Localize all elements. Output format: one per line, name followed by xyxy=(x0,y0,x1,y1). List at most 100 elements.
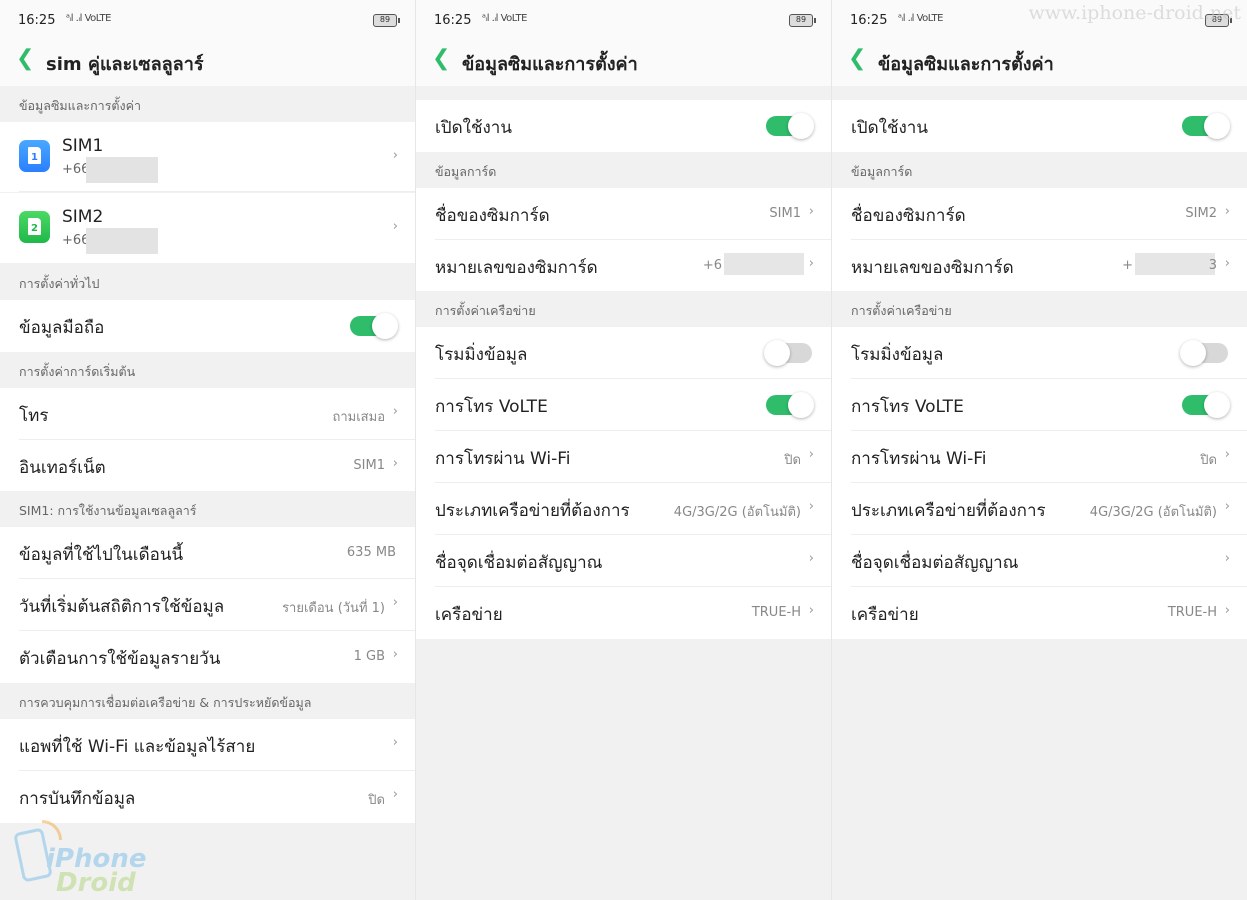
apps-wifi-label: แอพที่ใช้ Wi-Fi และข้อมูลไร้สาย xyxy=(19,737,256,757)
redacted-number xyxy=(724,253,804,275)
sim2-row[interactable]: 2 SIM2 +66 › xyxy=(0,193,415,263)
enable-toggle[interactable] xyxy=(766,113,814,139)
page-header: ❮ ข้อมูลซิมและการตั้งค่า xyxy=(832,40,1247,86)
preferred-network-value: 4G/3G/2G (อัตโนมัติ) xyxy=(1089,505,1217,520)
sim-name-label: ชื่อของซิมการ์ด xyxy=(435,206,550,226)
apn-row[interactable]: ชื่อจุดเชื่อมต่อสัญญาณ › xyxy=(416,535,831,587)
status-bar: 16:25 ᵃᵢl .ᵢl VoLTE 89 xyxy=(416,0,831,40)
preferred-network-label: ประเภทเครือข่ายที่ต้องการ xyxy=(435,501,630,521)
carrier-value: TRUE-H xyxy=(751,605,801,620)
volte-toggle[interactable] xyxy=(766,392,814,418)
daily-reminder-value: 1 GB xyxy=(353,649,385,664)
daily-reminder-row[interactable]: ตัวเตือนการใช้ข้อมูลรายวัน 1 GB › xyxy=(0,631,415,683)
sim-number-row[interactable]: หมายเลขของซิมการ์ด +6 › xyxy=(416,240,831,292)
roaming-label: โรมมิ่งข้อมูล xyxy=(851,345,944,365)
volte-label: การโทร VoLTE xyxy=(435,397,548,417)
page-title: ข้อมูลซิมและการตั้งค่า xyxy=(462,54,638,75)
battery-icon: 89 xyxy=(373,14,400,27)
chevron-right-icon: › xyxy=(1224,256,1230,271)
call-label: โทร xyxy=(19,406,49,426)
iphone-droid-logo: iPhone Droid xyxy=(8,820,148,900)
volte-row: การโทร VoLTE xyxy=(832,379,1247,431)
chevron-right-icon: › xyxy=(808,499,814,514)
wifi-calling-value: ปิด xyxy=(1200,453,1217,468)
sim-number-row[interactable]: หมายเลขของซิมการ์ด + 3 › xyxy=(832,240,1247,292)
enable-row: เปิดใช้งาน xyxy=(832,100,1247,152)
roaming-row: โรมมิ่งข้อมูล xyxy=(832,327,1247,379)
call-default-row[interactable]: โทร ถามเสมอ › xyxy=(0,388,415,440)
section-default-card: การตั้งค่าการ์ดเริ่มต้น xyxy=(0,352,415,388)
preferred-network-value: 4G/3G/2G (อัตโนมัติ) xyxy=(673,505,801,520)
wifi-calling-label: การโทรผ่าน Wi-Fi xyxy=(851,449,987,469)
section-network-settings: การตั้งค่าเครือข่าย xyxy=(416,291,831,327)
preferred-network-row[interactable]: ประเภทเครือข่ายที่ต้องการ 4G/3G/2G (อัตโ… xyxy=(832,483,1247,535)
chevron-right-icon: › xyxy=(392,595,398,610)
preferred-network-row[interactable]: ประเภทเครือข่ายที่ต้องการ 4G/3G/2G (อัตโ… xyxy=(416,483,831,535)
redacted-number xyxy=(86,228,158,254)
start-date-value: รายเดือน (วันที่ 1) xyxy=(282,601,385,616)
enable-toggle[interactable] xyxy=(1182,113,1230,139)
chevron-right-icon: › xyxy=(392,148,398,163)
start-date-row[interactable]: วันที่เริ่มต้นสถิติการใช้ข้อมูล รายเดือน… xyxy=(0,579,415,631)
chevron-right-icon: › xyxy=(392,735,398,750)
status-time: 16:25 xyxy=(434,13,472,28)
apn-label: ชื่อจุดเชื่อมต่อสัญญาณ xyxy=(851,553,1019,573)
enable-row: เปิดใช้งาน xyxy=(416,100,831,152)
roaming-toggle[interactable] xyxy=(764,340,812,366)
section-usage: SIM1: การใช้งานข้อมูลเซลลูลาร์ xyxy=(0,491,415,527)
back-chevron-icon[interactable]: ❮ xyxy=(432,48,450,70)
section-card-info: ข้อมูลการ์ด xyxy=(832,152,1247,188)
enable-label: เปิดใช้งาน xyxy=(851,118,928,138)
carrier-label: เครือข่าย xyxy=(435,605,503,625)
wifi-calling-label: การโทรผ่าน Wi-Fi xyxy=(435,449,571,469)
data-saver-row[interactable]: การบันทึกข้อมูล ปิด › xyxy=(0,771,415,823)
signal-icon: ᵃᵢl .ᵢl VoLTE xyxy=(66,13,111,24)
carrier-label: เครือข่าย xyxy=(851,605,919,625)
section-network-control: การควบคุมการเชื่อมต่อเครือข่าย & การประห… xyxy=(0,683,415,719)
carrier-value: TRUE-H xyxy=(1167,605,1217,620)
apn-label: ชื่อจุดเชื่อมต่อสัญญาณ xyxy=(435,553,603,573)
sim1-settings-panel: 16:25 ᵃᵢl .ᵢl VoLTE 89 ❮ ข้อมูลซิมและการ… xyxy=(416,0,831,900)
chevron-right-icon: › xyxy=(392,219,398,234)
carrier-row[interactable]: เครือข่าย TRUE-H › xyxy=(832,587,1247,639)
sim-name-row[interactable]: ชื่อของซิมการ์ด SIM2 › xyxy=(832,188,1247,240)
internet-default-row[interactable]: อินเทอร์เน็ต SIM1 › xyxy=(0,440,415,492)
internet-value: SIM1 xyxy=(353,458,385,473)
chevron-right-icon: › xyxy=(392,404,398,419)
roaming-row: โรมมิ่งข้อมูล xyxy=(416,327,831,379)
apps-wifi-row[interactable]: แอพที่ใช้ Wi-Fi และข้อมูลไร้สาย › xyxy=(0,719,415,771)
sim-name-value: SIM2 xyxy=(1185,206,1217,221)
status-time: 16:25 xyxy=(18,13,56,28)
sim-name-row[interactable]: ชื่อของซิมการ์ด SIM1 › xyxy=(416,188,831,240)
back-chevron-icon[interactable]: ❮ xyxy=(16,48,34,70)
chevron-right-icon: › xyxy=(1224,204,1230,219)
usage-value: 635 MB xyxy=(346,545,396,560)
watermark-url: www.iphone-droid.net xyxy=(1028,2,1241,24)
page-title: ข้อมูลซิมและการตั้งค่า xyxy=(878,54,1054,75)
wifi-calling-row[interactable]: การโทรผ่าน Wi-Fi ปิด › xyxy=(416,431,831,483)
carrier-row[interactable]: เครือข่าย TRUE-H › xyxy=(416,587,831,639)
mobile-data-toggle[interactable] xyxy=(350,313,398,339)
apn-row[interactable]: ชื่อจุดเชื่อมต่อสัญญาณ › xyxy=(832,535,1247,587)
mobile-data-label: ข้อมูลมือถือ xyxy=(19,318,105,338)
call-value: ถามเสมอ xyxy=(332,410,386,425)
status-time: 16:25 xyxy=(850,13,888,28)
sim2-label: SIM2 xyxy=(62,207,104,227)
chevron-right-icon: › xyxy=(392,787,398,802)
chevron-right-icon: › xyxy=(808,204,814,219)
sim-number-label: หมายเลขของซิมการ์ด xyxy=(435,258,598,278)
volte-toggle[interactable] xyxy=(1182,392,1230,418)
volte-label: การโทร VoLTE xyxy=(851,397,964,417)
sim1-row[interactable]: 1 SIM1 +66 › xyxy=(0,122,415,192)
roaming-toggle[interactable] xyxy=(1180,340,1228,366)
section-sim-info: ข้อมูลซิมและการตั้งค่า xyxy=(0,86,415,122)
signal-icon: ᵃᵢl .ᵢl VoLTE xyxy=(898,13,943,24)
back-chevron-icon[interactable]: ❮ xyxy=(848,48,866,70)
usage-row: ข้อมูลที่ใช้ไปในเดือนนี้ 635 MB xyxy=(0,527,415,579)
chevron-right-icon: › xyxy=(808,603,814,618)
mobile-data-row: ข้อมูลมือถือ xyxy=(0,300,415,352)
wifi-calling-row[interactable]: การโทรผ่าน Wi-Fi ปิด › xyxy=(832,431,1247,483)
chevron-right-icon: › xyxy=(392,456,398,471)
sim-name-label: ชื่อของซิมการ์ด xyxy=(851,206,966,226)
sim-name-value: SIM1 xyxy=(769,206,801,221)
